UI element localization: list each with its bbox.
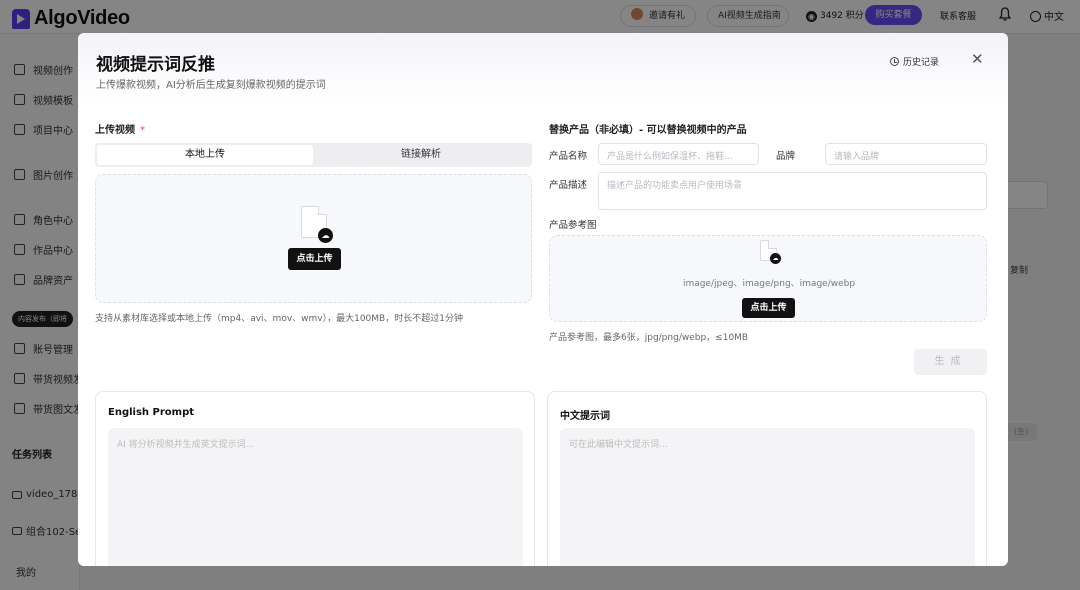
chinese-prompt-panel: 中文提示词 可在此编辑中文提示词... (547, 391, 987, 566)
video-dropzone[interactable]: ☁ 点击上传 (95, 174, 532, 303)
upload-video-label: 上传视频 * (95, 121, 145, 136)
chinese-prompt-title: 中文提示词 (560, 411, 610, 422)
product-ref-label: 产品参考图 (549, 220, 597, 231)
required-mark: * (140, 125, 145, 136)
cloud-upload-icon: ☁ (770, 253, 781, 264)
image-upload-button[interactable]: 点击上传 (742, 298, 795, 318)
english-prompt-panel: English Prompt AI 将分析视频并生成英文提示词... (95, 391, 535, 566)
history-label: 历史记录 (903, 58, 940, 68)
product-image-dropzone[interactable]: ☁ image/jpeg、image/png、image/webp 点击上传 (549, 235, 987, 322)
video-upload-button[interactable]: 点击上传 (288, 248, 341, 270)
tab-local-upload[interactable]: 本地上传 (97, 145, 313, 165)
english-prompt-textarea[interactable]: AI 将分析视频并生成英文提示词... (108, 428, 523, 566)
modal-header: 视频提示词反推 上传爆款视频，AI分析后生成复刻爆款视频的提示词 历史记录 ✕ (78, 33, 1008, 103)
history-button[interactable]: 历史记录 (890, 55, 939, 68)
tab-link-parse[interactable]: 链接解析 (313, 145, 529, 165)
upload-video-label-text: 上传视频 (95, 125, 135, 136)
prompt-reverse-modal: 视频提示词反推 上传爆款视频，AI分析后生成复刻爆款视频的提示词 历史记录 ✕ … (78, 33, 1008, 566)
replace-product-label: 替换产品（非必填）- 可以替换视频中的产品 (549, 125, 747, 136)
image-mime-types: image/jpeg、image/png、image/webp (682, 279, 856, 289)
upload-video-hint: 支持从素材库选择或本地上传（mp4、avi、mov、wmv），最大100MB，时… (95, 314, 463, 324)
product-name-input[interactable]: 产品是什么例如保湿杯、拖鞋... (598, 143, 759, 165)
chinese-prompt-textarea[interactable]: 可在此编辑中文提示词... (560, 428, 975, 566)
product-ref-hint: 产品参考图，最多6张，jpg/png/webp，≤10MB (549, 333, 749, 343)
modal-title: 视频提示词反推 (96, 55, 215, 75)
generate-button[interactable]: 生成 (914, 349, 987, 375)
brand-input[interactable]: 请输入品牌 (825, 143, 987, 165)
product-name-label: 产品名称 (549, 151, 588, 162)
file-upload-icon: ☁ (760, 240, 781, 264)
modal-subtitle: 上传爆款视频，AI分析后生成复刻爆款视频的提示词 (96, 80, 326, 91)
clock-icon (890, 57, 899, 66)
close-icon[interactable]: ✕ (971, 52, 984, 67)
product-desc-label: 产品描述 (549, 180, 588, 191)
brand-label: 品牌 (776, 151, 796, 162)
product-desc-textarea[interactable]: 描述产品的功能卖点用户使用场景 (598, 172, 987, 210)
file-upload-icon: ☁ (301, 206, 333, 243)
cloud-upload-icon: ☁ (318, 228, 333, 243)
english-prompt-title: English Prompt (108, 407, 195, 418)
upload-tabs: 本地上传 链接解析 (95, 143, 532, 167)
